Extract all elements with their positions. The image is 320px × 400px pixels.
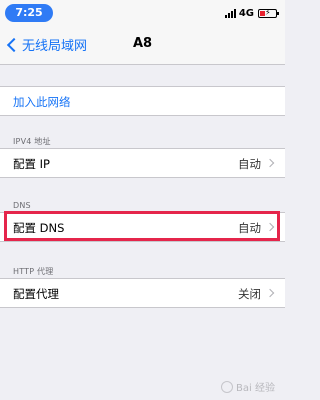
configure-proxy-value: 关闭 <box>238 287 261 301</box>
network-type: 4G <box>238 7 254 19</box>
status-time[interactable]: 7:25 <box>5 4 53 22</box>
paw-logo-icon <box>221 380 234 393</box>
configure-ip-value: 自动 <box>238 157 261 171</box>
configure-ip-label: 配置 IP <box>13 157 50 171</box>
navigation-bar: 无线局域网 A8 <box>0 26 285 65</box>
ipv4-section-header: IPV4 地址 <box>13 137 51 146</box>
join-network-row[interactable]: 加入此网络 <box>0 86 285 116</box>
page-title: A8 <box>132 36 153 51</box>
configure-proxy-label: 配置代理 <box>13 287 59 301</box>
signal-icon <box>224 8 236 18</box>
baidu-watermark: Bai 经验 <box>221 379 275 394</box>
configure-ip-row[interactable]: 配置 IP 自动 <box>0 148 285 178</box>
status-indicators: 4G ⚡ <box>224 5 279 21</box>
status-bar: 7:25 4G ⚡ <box>0 0 285 26</box>
dns-section-header: DNS <box>13 201 31 210</box>
dns-highlight-box <box>4 211 280 241</box>
http-proxy-section-header: HTTP 代理 <box>13 267 54 276</box>
watermark-text: Bai 经验 <box>236 383 275 394</box>
chevron-right-icon <box>265 288 275 298</box>
chevron-right-icon <box>265 158 275 168</box>
battery-icon: ⚡ <box>258 8 279 18</box>
join-network-label: 加入此网络 <box>13 95 71 109</box>
configure-proxy-row[interactable]: 配置代理 关闭 <box>0 278 285 308</box>
